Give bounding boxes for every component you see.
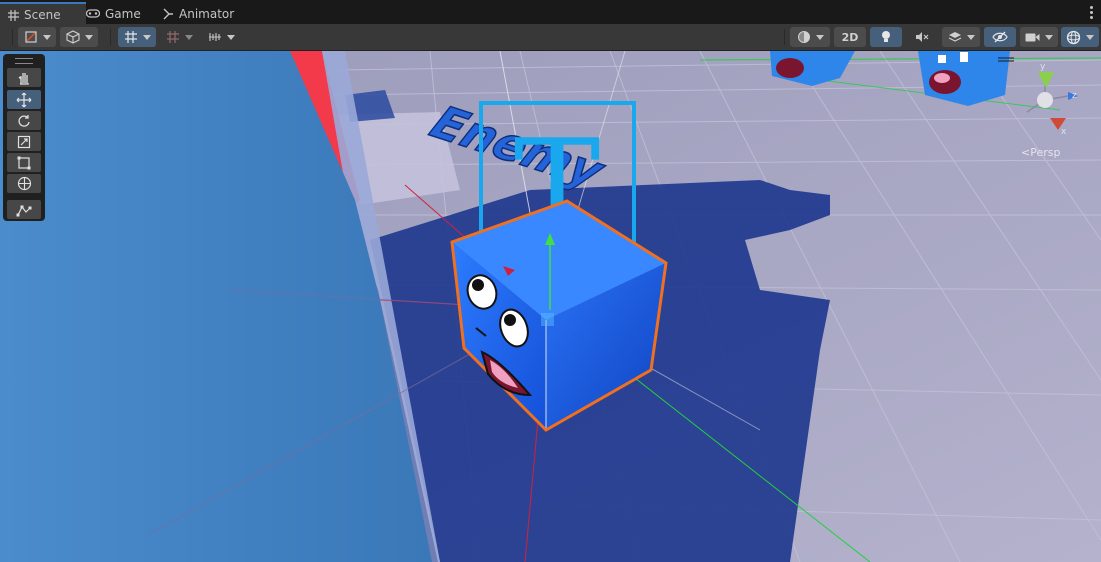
tool-settings-dropdown[interactable] [18, 27, 56, 47]
move-arrows-icon [16, 92, 32, 107]
2d-mode-label: 2D [841, 30, 859, 44]
tab-game[interactable]: Game [86, 4, 141, 24]
lighting-toggle[interactable] [870, 27, 902, 47]
scale-tool-button[interactable] [7, 132, 41, 151]
panel-grip-icon[interactable] [15, 58, 33, 64]
scale-icon [17, 135, 31, 148]
hidden-objects-toggle[interactable] [984, 27, 1016, 47]
draw-mode-dropdown[interactable] [790, 27, 830, 47]
scene-tools-overlay [3, 54, 45, 221]
2d-mode-toggle[interactable]: 2D [834, 27, 866, 47]
tab-scene[interactable]: Scene [0, 2, 86, 26]
persp-arrow-icon: < [1021, 146, 1031, 159]
more-options-icon[interactable] [1090, 6, 1093, 20]
speaker-mute-icon [916, 32, 929, 42]
gamepad-icon [86, 9, 100, 18]
window-tab-bar: Scene Game Animator [0, 0, 1101, 26]
axis-x-label: x [1061, 127, 1067, 137]
ruler-icon [208, 33, 221, 41]
projection-toggle[interactable]: <Persp [1021, 146, 1060, 159]
layers-effects-icon [948, 32, 961, 42]
tab-scene-label: Scene [24, 8, 61, 22]
axis-y-label: y [1040, 62, 1046, 72]
audio-toggle[interactable] [906, 27, 938, 47]
tab-animator[interactable]: Animator [163, 4, 234, 24]
vertex-snap-dropdown[interactable] [202, 27, 240, 47]
shaded-sphere-icon [797, 31, 810, 43]
gizmos-dropdown[interactable] [1061, 27, 1099, 47]
transform-tool-button[interactable] [7, 174, 41, 193]
grid-icon [8, 9, 19, 21]
pivot-rotation-dropdown[interactable] [60, 27, 98, 47]
tab-animator-label: Animator [179, 7, 235, 21]
rotate-icon [18, 114, 30, 127]
scene-toolbar: 2D [0, 24, 1101, 51]
grid-snap-icon [124, 31, 137, 43]
scene-viewport[interactable]: Enemy T y x z <Persp [0, 51, 1101, 562]
transform-all-icon [17, 176, 31, 191]
grid-snapping-toggle[interactable] [118, 27, 156, 47]
animator-icon [163, 8, 173, 20]
custom-editor-tool-icon [16, 205, 32, 216]
hand-icon [18, 72, 29, 85]
custom-tool-button[interactable] [7, 200, 41, 219]
scene-render: Enemy T y x z [0, 51, 1101, 562]
rect-transform-icon [17, 156, 31, 169]
rect-tool-button[interactable] [7, 153, 41, 172]
lightbulb-icon [882, 31, 890, 42]
effects-dropdown[interactable] [942, 27, 980, 47]
axis-z-label: z [1072, 91, 1077, 101]
camera-settings-dropdown[interactable] [1020, 27, 1058, 47]
snap-increment-icon [166, 31, 179, 43]
hand-tool-button[interactable] [7, 68, 41, 87]
incremental-snap-dropdown[interactable] [160, 27, 198, 47]
camera-icon [1025, 33, 1040, 41]
tab-game-label: Game [105, 7, 141, 21]
projection-label: Persp [1030, 146, 1061, 159]
gizmo-sphere-icon [1066, 30, 1081, 44]
move-tool-button[interactable] [7, 90, 41, 109]
eye-slash-icon [992, 31, 1008, 43]
cube-icon [65, 30, 80, 44]
transform-handle-icon [24, 31, 37, 43]
rotate-tool-button[interactable] [7, 111, 41, 130]
